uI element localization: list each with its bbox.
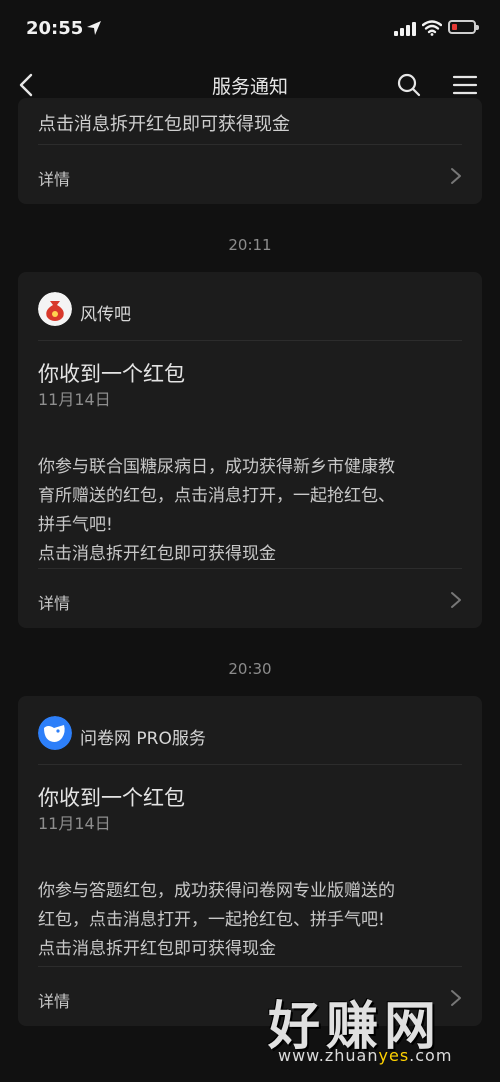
wenjuan-fox-icon (38, 716, 72, 750)
watermark-url-highlight: yes (378, 1046, 410, 1065)
location-arrow-icon (87, 21, 101, 35)
message-title: 你收到一个红包 (38, 786, 185, 810)
app-name: 问卷网 PRO服务 (80, 729, 206, 749)
detail-link[interactable]: 详情 (38, 590, 70, 614)
watermark-url-prefix: www.zhuan (278, 1046, 379, 1065)
watermark-url: www.zhuanyes.com (278, 1046, 452, 1065)
signal-icon (394, 22, 416, 36)
message-date: 11月14日 (38, 390, 111, 409)
body-line: 你参与答题红包，成功获得问卷网专业版赠送的 (38, 881, 395, 901)
body-line: 点击消息拆开红包即可获得现金 (38, 939, 276, 959)
status-bar: 20:55 (0, 0, 500, 56)
body-line: 拼手气吧! (38, 515, 113, 535)
battery-low-icon (448, 20, 479, 34)
body-line: 你参与联合国糖尿病日，成功获得新乡市健康教 (38, 457, 395, 477)
message-body: 你参与联合国糖尿病日，成功获得新乡市健康教 育所赠送的红包，点击消息打开，一起抢… (38, 453, 468, 569)
detail-link[interactable]: 详情 (38, 988, 70, 1012)
watermark-url-suffix: .com (409, 1046, 453, 1065)
message-date: 11月14日 (38, 814, 111, 833)
message-timestamp: 20:30 (228, 660, 272, 678)
page-title: 服务通知 (211, 76, 288, 98)
message-body: 你参与答题红包，成功获得问卷网专业版赠送的 红包，点击消息打开，一起抢红包、拼手… (38, 877, 468, 964)
body-line: 点击消息拆开红包即可获得现金 (38, 114, 290, 135)
detail-link[interactable]: 详情 (38, 166, 70, 190)
divider (38, 966, 462, 967)
money-bag-icon (38, 292, 72, 326)
status-time: 20:55 (26, 18, 84, 39)
body-line: 点击消息拆开红包即可获得现金 (38, 544, 276, 564)
body-line: 育所赠送的红包，点击消息打开，一起抢红包、 (38, 486, 395, 506)
search-icon[interactable] (394, 70, 424, 100)
chevron-right-icon (451, 592, 461, 608)
chevron-right-icon (451, 168, 461, 184)
divider (38, 568, 462, 569)
divider (38, 340, 462, 341)
wifi-icon (422, 20, 442, 36)
message-timestamp: 20:11 (228, 236, 272, 254)
divider (38, 764, 462, 765)
menu-icon[interactable] (450, 70, 480, 100)
notification-card[interactable]: 问卷网 PRO服务 你收到一个红包 11月14日 你参与答题红包，成功获得问卷网… (18, 696, 482, 1026)
notification-card-partial[interactable]: 点击消息拆开红包即可获得现金 详情 (18, 98, 482, 204)
message-title: 你收到一个红包 (38, 362, 185, 386)
watermark: 好赚网 www.zhuanyes.com (268, 984, 488, 1072)
body-line: 红包，点击消息打开，一起抢红包、拼手气吧! (38, 910, 385, 930)
notification-card[interactable]: 风传吧 你收到一个红包 11月14日 你参与联合国糖尿病日，成功获得新乡市健康教… (18, 272, 482, 628)
app-name: 风传吧 (80, 305, 131, 325)
divider (38, 144, 462, 145)
